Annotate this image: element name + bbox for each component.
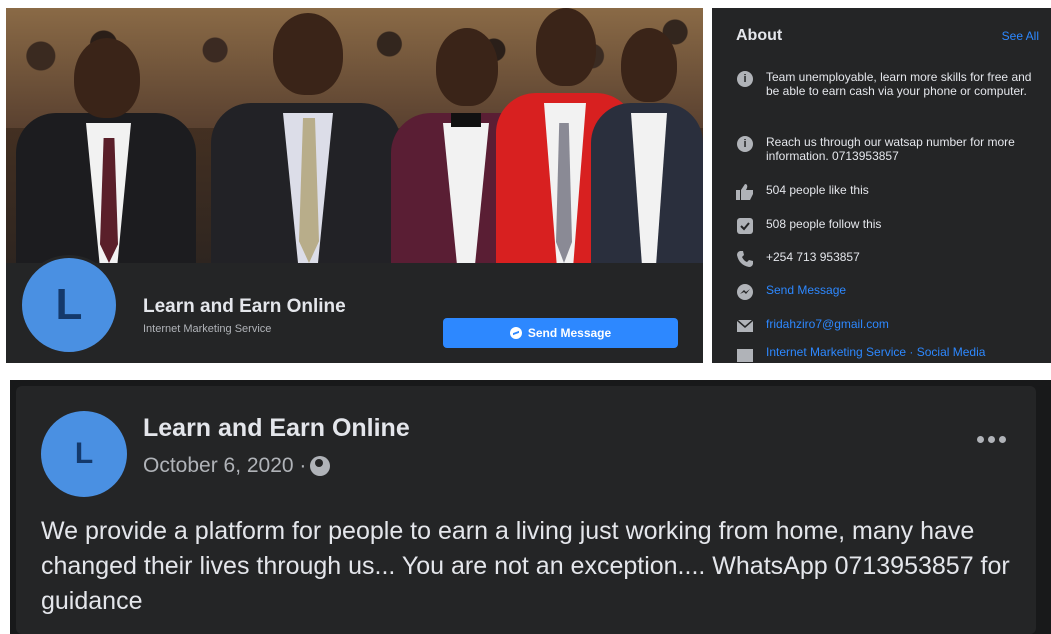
- about-send-message-row[interactable]: Send Message: [736, 283, 1036, 301]
- cover-person: [16, 33, 196, 263]
- post-author-avatar[interactable]: L: [41, 411, 127, 497]
- about-likes-row: 504 people like this: [736, 183, 1036, 201]
- post-date[interactable]: October 6, 2020 ·: [143, 454, 306, 478]
- post-card: L Learn and Earn Online October 6, 2020 …: [16, 386, 1036, 634]
- about-likes: 504 people like this: [766, 183, 869, 197]
- post-text: We provide a platform for people to earn…: [41, 517, 1010, 615]
- thumbs-up-icon: [736, 183, 754, 201]
- send-message-label: Send Message: [527, 326, 612, 340]
- about-send-message-link[interactable]: Send Message: [766, 283, 846, 297]
- post-panel: L Learn and Earn Online October 6, 2020 …: [10, 380, 1051, 634]
- cover-person: [211, 13, 401, 263]
- messenger-icon: [736, 283, 754, 301]
- about-email-row: fridahziro7@gmail.com: [736, 317, 1036, 335]
- about-title: About: [736, 27, 783, 44]
- about-description-row: i Team unemployable, learn more skills f…: [736, 70, 1036, 98]
- info-icon: i: [736, 135, 754, 153]
- page-name[interactable]: Learn and Earn Online: [143, 296, 346, 318]
- page-avatar[interactable]: L: [19, 255, 119, 355]
- page-category: Internet Marketing Service: [143, 323, 272, 335]
- follow-icon: [736, 217, 754, 235]
- about-follows-row: 508 people follow this: [736, 217, 1036, 235]
- about-phone-row: +254 713 953857: [736, 250, 1036, 268]
- post-author-name[interactable]: Learn and Earn Online: [143, 414, 410, 443]
- about-contact-note: Reach us through our watsap number for m…: [766, 135, 1015, 163]
- see-all-link[interactable]: See All: [1002, 29, 1039, 43]
- about-description: Team unemployable, learn more skills for…: [766, 70, 1032, 98]
- category-icon: [736, 345, 754, 363]
- about-follows: 508 people follow this: [766, 217, 882, 231]
- page-header: L Learn and Earn Online Internet Marketi…: [6, 8, 703, 363]
- about-phone[interactable]: +254 713 953857: [766, 250, 860, 264]
- messenger-icon: [509, 327, 522, 339]
- more-icon[interactable]: [977, 436, 1006, 443]
- phone-icon: [736, 250, 754, 268]
- about-categories[interactable]: Internet Marketing Service · Social Medi…: [766, 345, 985, 359]
- about-panel: About See All i Team unemployable, learn…: [712, 8, 1051, 363]
- cover-person: [591, 23, 703, 263]
- about-categories-row: Internet Marketing Service · Social Medi…: [736, 345, 1036, 363]
- about-email-link[interactable]: fridahziro7@gmail.com: [766, 317, 889, 331]
- mail-icon: [736, 317, 754, 335]
- info-icon: i: [736, 70, 754, 88]
- send-message-button[interactable]: Send Message: [443, 318, 678, 348]
- post-meta: October 6, 2020 ·: [143, 454, 331, 478]
- cover-photo[interactable]: [6, 8, 703, 263]
- about-contact-row: i Reach us through our watsap number for…: [736, 135, 1036, 163]
- globe-icon: [310, 456, 331, 476]
